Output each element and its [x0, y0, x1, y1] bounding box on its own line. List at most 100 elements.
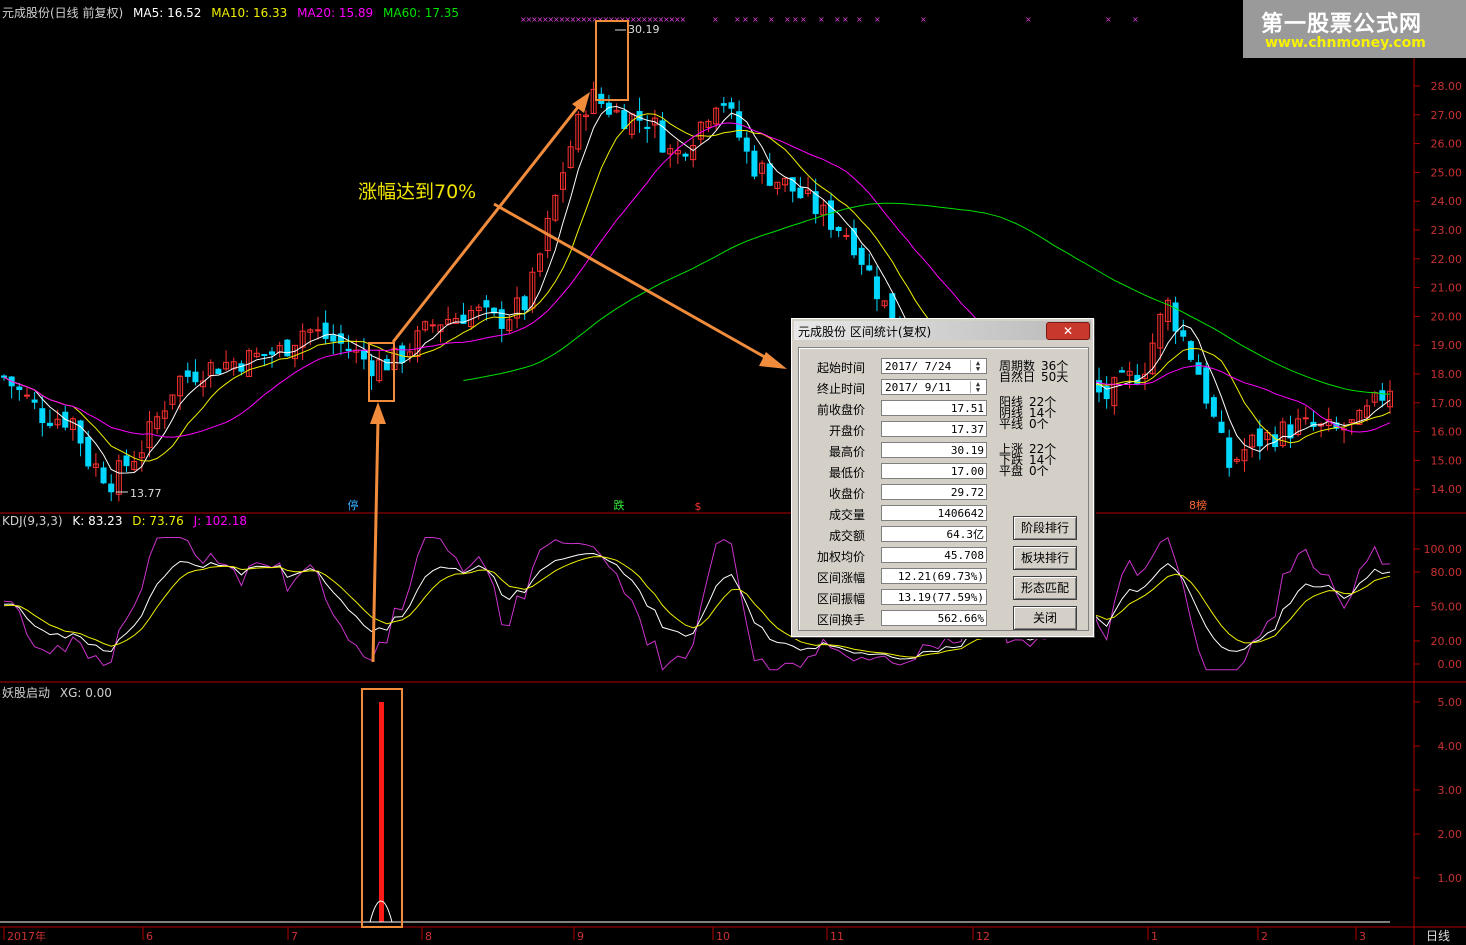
ma10-line	[3, 113, 1391, 462]
sector-rank-button[interactable]: 板块排行	[1013, 546, 1077, 570]
field-value: 17.37	[950, 423, 984, 436]
y-tick-label: 0.00	[1438, 658, 1463, 671]
logo-url: www.chnmoney.com	[1265, 35, 1426, 51]
x-tick-label: 10	[716, 930, 730, 943]
candle-body	[345, 348, 352, 352]
date-field[interactable]: 2017/ 7/24 ▲ ▼	[881, 358, 987, 374]
candle-body	[751, 150, 758, 177]
close-button[interactable]: 关闭	[1013, 606, 1077, 630]
kdj-d-value: D: 73.76	[132, 514, 184, 528]
candle-body	[1210, 397, 1217, 417]
stat-label: 自然日	[999, 370, 1036, 384]
candle-body	[399, 345, 406, 363]
ma20-line	[3, 122, 1391, 438]
xg-signal-bar	[379, 702, 384, 922]
signal-marker: ×	[792, 15, 799, 24]
x-tick-label: 12	[976, 930, 990, 943]
signal-marker: ×	[800, 15, 807, 24]
indicator-xg-value: XG: 0.00	[59, 686, 112, 700]
spin-arrows-icon[interactable]: ▲ ▼	[970, 381, 985, 394]
stat-value: 50天	[1041, 370, 1069, 384]
candle-body	[238, 363, 245, 372]
candle-body	[1180, 330, 1187, 337]
interval-stats-dialog[interactable]: 元成股份 区间统计(复权) ✕ 起始时间 2017/ 7/24 ▲ ▼ 终止时间 2017…	[791, 318, 1094, 637]
candle-body	[1226, 437, 1233, 468]
event-marker: 停	[348, 498, 359, 512]
ma20-value: MA20: 15.89	[297, 6, 374, 20]
candle-body	[39, 408, 46, 424]
candle-body	[835, 226, 842, 232]
kdj-k-line	[3, 552, 1391, 660]
kdj-name: KDJ(9,3,3)	[2, 514, 63, 528]
x-tick-label: 2	[1261, 930, 1268, 943]
y-tick-label: 14.00	[1431, 483, 1463, 496]
logo-name: 第一股票公式网	[1261, 12, 1423, 37]
signal-marker: ×	[874, 15, 881, 24]
candle-body	[77, 420, 84, 444]
x-tick-label: 2017年	[7, 929, 46, 943]
ma60-value: MA60: 17.35	[383, 6, 460, 20]
stat-item: 平盘 0个	[999, 465, 1049, 477]
high-price-label: 30.19	[628, 23, 660, 36]
stat-value: 0个	[1029, 464, 1049, 478]
signal-marker: ×	[856, 15, 863, 24]
field-label: 起始时间	[816, 361, 865, 375]
candle-body	[269, 351, 276, 355]
signal-marker: ×	[1132, 15, 1139, 24]
field-value: 12.21(69.73%)	[897, 570, 984, 583]
gain-annotation: 涨幅达到70%	[358, 181, 477, 203]
stock-chart[interactable]: 28.0027.0026.0025.0024.0023.0022.0021.00…	[0, 0, 1466, 945]
y-tick-label: 4.00	[1438, 740, 1463, 753]
value-field: 64.3亿	[881, 526, 987, 542]
candle-body	[284, 339, 291, 357]
ma5-value: MA5: 16.52	[133, 6, 202, 20]
value-field: 17.51	[881, 400, 987, 416]
field-label: 成交量	[828, 508, 865, 522]
stage-rank-button[interactable]: 阶段排行	[1013, 516, 1077, 540]
signal-marker: ×	[752, 15, 759, 24]
y-tick-label: 26.00	[1431, 138, 1463, 151]
candle-body	[184, 370, 191, 377]
y-tick-label: 24.00	[1431, 195, 1463, 208]
x-tick-label: 3	[1359, 930, 1366, 943]
y-tick-label: 25.00	[1431, 166, 1463, 179]
value-field: 45.708	[881, 547, 987, 563]
signal-marker: ×	[768, 15, 775, 24]
spin-arrows-icon[interactable]: ▲ ▼	[970, 360, 985, 373]
field-value: 45.708	[944, 549, 984, 562]
signal-marker: ×	[734, 15, 741, 24]
field-label: 区间涨幅	[816, 571, 865, 585]
field-value: 2017/ 7/24	[885, 360, 952, 373]
value-field: 13.19(77.59%)	[881, 589, 987, 605]
y-tick-label: 20.00	[1431, 310, 1463, 323]
pattern-match-button[interactable]: 形态匹配	[1013, 576, 1077, 600]
value-field: 17.00	[881, 463, 987, 479]
kdj-k-value: K: 83.23	[72, 514, 123, 528]
candle-body	[728, 102, 735, 109]
value-field: 17.37	[881, 421, 987, 437]
candle-body	[598, 93, 605, 105]
candle-body	[521, 296, 528, 311]
site-logo: 第一股票公式网 www.chnmoney.com	[1243, 0, 1466, 58]
dialog-title-bar[interactable]: 元成股份 区间统计(复权) ✕	[794, 321, 1091, 340]
candle-body	[1379, 390, 1386, 401]
candle-body	[85, 436, 92, 467]
y-tick-label: 1.00	[1438, 872, 1463, 885]
candle-body	[192, 371, 199, 383]
candle-body	[1195, 362, 1202, 375]
candle-body	[644, 126, 651, 130]
signal-marker: ×	[1025, 15, 1032, 24]
dialog-close-icon[interactable]: ✕	[1046, 322, 1090, 340]
y-tick-label: 21.00	[1431, 282, 1463, 295]
candle-body	[866, 265, 873, 271]
candle-body	[621, 110, 628, 130]
y-tick-label: 3.00	[1438, 784, 1463, 797]
date-field[interactable]: 2017/ 9/11 ▲ ▼	[881, 379, 987, 395]
period-label[interactable]: 日线	[1426, 929, 1450, 943]
candle-body	[215, 368, 222, 375]
kdj-panel-header: KDJ(9,3,3) K: 83.23 D: 73.76 J: 102.18	[2, 514, 253, 528]
x-tick-label: 8	[425, 930, 432, 943]
y-tick-label: 23.00	[1431, 224, 1463, 237]
candle-body	[873, 276, 880, 300]
signal-marker: ×	[712, 15, 719, 24]
